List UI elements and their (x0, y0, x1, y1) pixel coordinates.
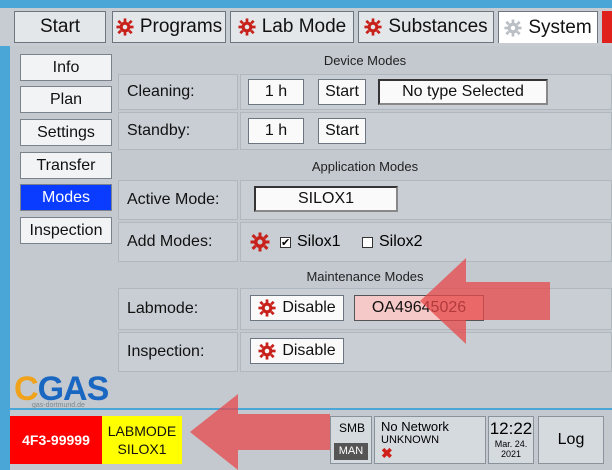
silox1-checkbox[interactable]: ✔ Silox1 (280, 233, 341, 251)
checkbox-unchecked[interactable] (362, 236, 373, 248)
inspection-label: Inspection: (118, 332, 238, 372)
logo-subtitle: gas-dortmund.de (32, 402, 85, 409)
nav-transfer[interactable]: Transfer (20, 152, 112, 179)
active-mode-label: Active Mode: (118, 180, 238, 220)
nav-label: Inspection (29, 221, 103, 239)
standby-duration[interactable]: 1 h (248, 118, 304, 144)
cleaning-duration[interactable]: 1 h (248, 79, 304, 105)
man-badge: MAN (334, 443, 368, 460)
gear-icon (116, 18, 134, 36)
nav-info[interactable]: Info (20, 54, 112, 81)
gear-icon[interactable] (250, 232, 270, 252)
gear-icon (258, 299, 276, 317)
clock-time: 12:22 (489, 419, 533, 438)
inspection-disable-button[interactable]: Disable (250, 338, 344, 364)
smb-indicator: SMB MAN (330, 416, 372, 464)
app-window: Start Programs Lab Mode Substances Syste… (0, 0, 612, 470)
mode-badge-line2: SILOX1 (117, 441, 167, 457)
section-device-modes: Device Modes (323, 52, 407, 68)
network-status: No Network UNKNOWN ✖ (374, 416, 486, 464)
log-label: Log (557, 431, 585, 448)
add-modes-label: Add Modes: (118, 222, 238, 262)
standby-label: Standby: (118, 112, 238, 150)
tab-overflow-indicator[interactable] (602, 11, 612, 43)
smb-label: SMB (339, 421, 366, 435)
nav-inspection[interactable]: Inspection (20, 217, 112, 244)
tab-system[interactable]: System (498, 11, 598, 43)
nav-modes[interactable]: Modes (20, 184, 112, 211)
cleaning-start-button[interactable]: Start (318, 79, 366, 105)
annotation-arrow-status (190, 394, 330, 470)
clock-date: Mar. 24. (494, 439, 528, 449)
tab-label: Substances (388, 16, 488, 37)
nav-plan[interactable]: Plan (20, 86, 112, 113)
clock: 12:22 Mar. 24. 2021 (488, 416, 534, 464)
tab-lab-mode[interactable]: Lab Mode (230, 11, 354, 43)
gear-icon (238, 18, 256, 36)
section-application-modes: Application Modes (311, 158, 419, 174)
annotation-arrow-labmode (420, 258, 550, 344)
clock-year: 2021 (500, 449, 522, 459)
silox2-checkbox[interactable]: Silox2 (362, 233, 423, 251)
tab-start[interactable]: Start (14, 11, 106, 43)
no-network-icon: ✖ (381, 445, 393, 461)
device-id-badge: 4F3-99999 (10, 416, 102, 464)
tab-substances[interactable]: Substances (358, 11, 494, 43)
nav-label: Transfer (36, 156, 96, 174)
disable-label: Disable (282, 299, 336, 316)
network-label: No Network (381, 419, 449, 434)
cleaning-label: Cleaning: (118, 74, 238, 110)
silox1-label: Silox1 (297, 233, 341, 250)
gear-icon (364, 18, 382, 36)
nav-label: Info (52, 58, 80, 76)
disable-label: Disable (282, 342, 336, 359)
mode-badge-line1: LABMODE (107, 423, 177, 439)
tab-label: Start (39, 16, 81, 37)
silox2-label: Silox2 (379, 233, 423, 250)
labmode-disable-button[interactable]: Disable (250, 295, 344, 321)
nav-label: Modes (41, 188, 91, 206)
nav-label: Settings (37, 123, 95, 141)
gear-icon (258, 342, 276, 360)
cleaning-type-field[interactable]: No type Selected (378, 79, 548, 105)
tab-bar: Start Programs Lab Mode Substances Syste… (0, 8, 612, 46)
checkbox-checked[interactable]: ✔ (280, 236, 291, 248)
tab-label: Programs (139, 16, 223, 37)
active-mode-field[interactable]: SILOX1 (254, 186, 398, 212)
nav-settings[interactable]: Settings (20, 119, 112, 146)
tab-label: Lab Mode (261, 16, 347, 37)
labmode-label: Labmode: (118, 288, 238, 330)
gear-icon (504, 18, 522, 37)
nav-label: Plan (49, 90, 83, 108)
mode-badge[interactable]: LABMODE SILOX1 (102, 416, 182, 464)
standby-start-button[interactable]: Start (318, 118, 366, 144)
tab-label: System (528, 16, 592, 38)
log-button[interactable]: Log (538, 416, 604, 464)
tab-programs[interactable]: Programs (112, 11, 226, 43)
